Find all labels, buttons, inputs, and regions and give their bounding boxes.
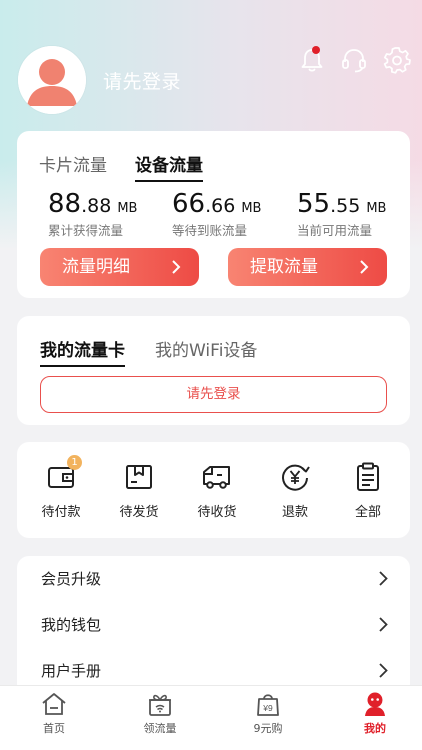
login-button[interactable]: 请先登录 [40, 376, 387, 413]
order-label: 待收货 [197, 505, 237, 520]
menu-item-label: 我的钱包 [41, 616, 102, 634]
tab-label: 我的 [364, 722, 386, 735]
order-pending-receipt[interactable]: 待收货 [184, 460, 250, 520]
stat-value: 88.88 MB [48, 189, 138, 219]
stat-label: 当前可用流量 [297, 223, 373, 238]
tab-label: 首页 [43, 722, 65, 735]
chevron-right-icon [379, 663, 388, 678]
clipboard-icon [357, 462, 379, 491]
chevron-right-icon [360, 260, 369, 274]
menu-item-membership-upgrade[interactable]: 会员升级 [17, 556, 410, 602]
pending-payment-badge: 1 [67, 455, 82, 470]
tab-my-traffic-card[interactable]: 我的流量卡 [40, 336, 125, 367]
my-card-section: 我的流量卡 我的WiFi设备 请先登录 [17, 316, 410, 425]
refund-icon [282, 464, 310, 491]
chevron-right-icon [379, 571, 388, 586]
profile-icon [365, 692, 385, 716]
tab-mine[interactable]: 我的 [345, 690, 405, 736]
tab-card-traffic[interactable]: 卡片流量 [39, 151, 107, 182]
stat-available: 55.55 MB 当前可用流量 [297, 189, 386, 239]
my-card-tabs: 我的流量卡 我的WiFi设备 [40, 336, 287, 367]
notification-dot [312, 46, 320, 54]
order-label: 退款 [281, 505, 308, 520]
tab-home[interactable]: 首页 [24, 690, 84, 736]
headset-icon[interactable] [339, 45, 369, 75]
chevron-right-icon [172, 260, 181, 274]
box-icon [126, 465, 152, 489]
tab-label: 9元购 [253, 722, 283, 735]
gift-icon [149, 694, 171, 716]
stat-total-earned: 88.88 MB 累计获得流量 [48, 189, 137, 239]
avatar[interactable] [18, 46, 86, 114]
stat-label: 等待到账流量 [172, 223, 248, 238]
order-label: 全部 [354, 505, 381, 520]
bag-price-text: ¥9 [262, 703, 273, 713]
chevron-right-icon [379, 617, 388, 632]
shopping-bag-icon: ¥9 [257, 694, 279, 716]
tab-label: 领流量 [143, 722, 177, 735]
traffic-tabs: 卡片流量 设备流量 [39, 151, 231, 182]
menu-item-label: 用户手册 [41, 662, 102, 680]
home-icon [42, 693, 66, 715]
stat-label: 累计获得流量 [48, 223, 124, 238]
order-refund[interactable]: 退款 [262, 460, 328, 520]
withdraw-traffic-button[interactable]: 提取流量 [228, 248, 387, 286]
profile-header: 请先登录 [0, 0, 422, 130]
stat-value: 66.66 MB [172, 189, 262, 219]
traffic-detail-button[interactable]: 流量明细 [40, 248, 199, 286]
bottom-tab-bar: 首页 领流量 ¥9 9元购 我的 [0, 685, 422, 750]
login-prompt[interactable]: 请先登录 [103, 67, 181, 94]
withdraw-traffic-label: 提取流量 [250, 257, 318, 277]
order-all[interactable]: 全部 [335, 460, 401, 520]
stat-pending: 66.66 MB 等待到账流量 [172, 189, 261, 239]
menu-item-label: 会员升级 [41, 570, 102, 588]
order-pending-shipment[interactable]: 待发货 [106, 460, 172, 520]
gear-icon[interactable] [382, 45, 412, 75]
order-label: 待付款 [41, 505, 81, 520]
order-pending-payment[interactable]: 1 待付款 [28, 455, 94, 520]
tab-get-traffic[interactable]: 领流量 [130, 690, 190, 736]
truck-icon [203, 466, 230, 489]
menu-item-wallet[interactable]: 我的钱包 [17, 602, 410, 648]
orders-section: 1 待付款 待发货 待收货 退款 全部 [17, 442, 410, 538]
traffic-card: 卡片流量 设备流量 88.88 MB 累计获得流量 66.66 MB 等待到账流量 … [17, 131, 410, 298]
avatar-placeholder-icon [18, 46, 86, 114]
tab-my-wifi-device[interactable]: 我的WiFi设备 [155, 336, 257, 367]
menu-list: 会员升级 我的钱包 用户手册 [17, 556, 410, 696]
traffic-detail-label: 流量明细 [62, 257, 130, 277]
tab-device-traffic[interactable]: 设备流量 [135, 151, 203, 182]
tab-nine-yuan-buy[interactable]: ¥9 9元购 [238, 690, 298, 736]
order-label: 待发货 [119, 505, 159, 520]
stat-value: 55.55 MB [297, 189, 387, 219]
